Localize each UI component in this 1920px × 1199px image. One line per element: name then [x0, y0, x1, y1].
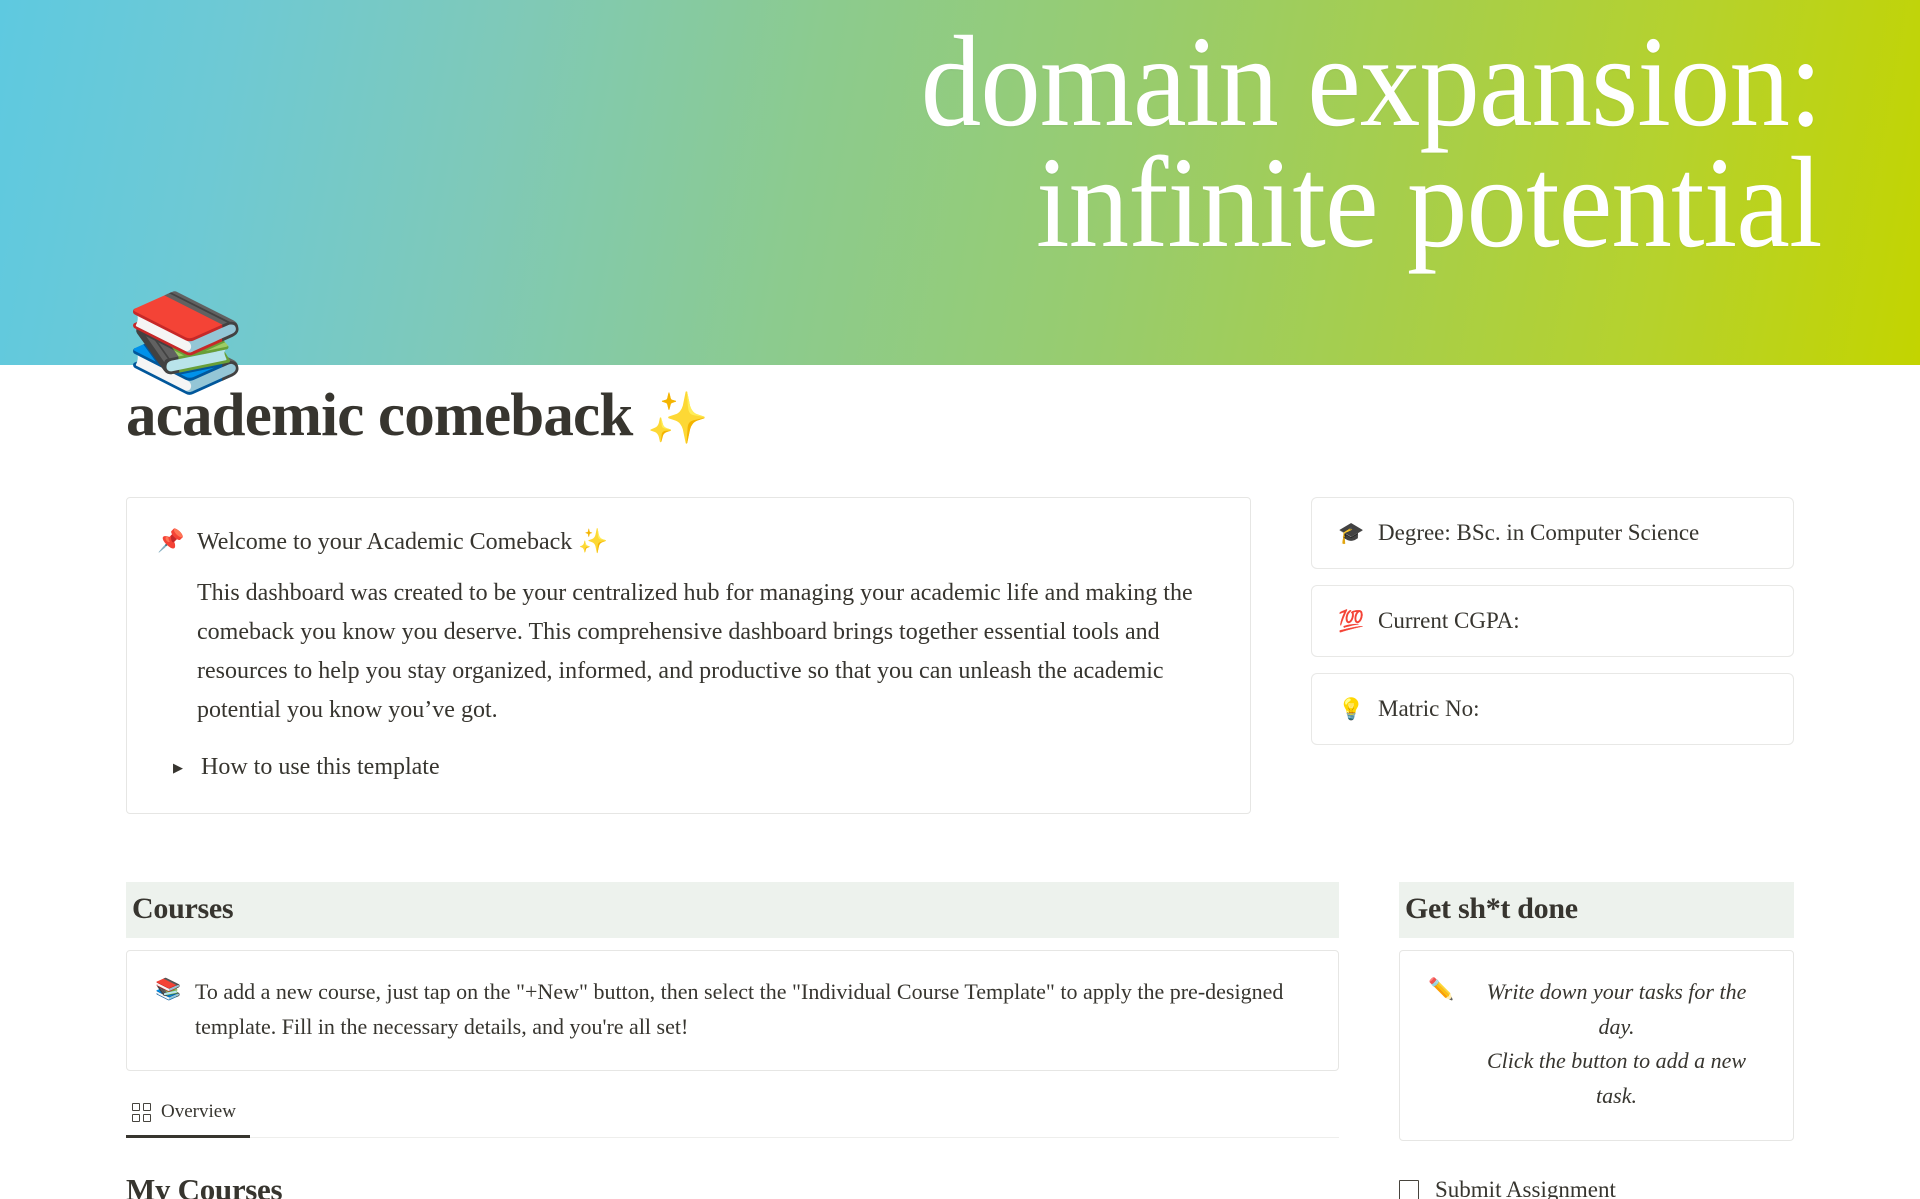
page-content: academic comeback ✨ 📌 Welcome to your Ac… — [0, 381, 1920, 1199]
how-to-use-toggle[interactable]: ▶ How to use this template — [169, 752, 1220, 783]
info-cards-column: 🎓 Degree: BSc. in Computer Science 💯 Cur… — [1311, 497, 1794, 746]
welcome-body: This dashboard was created to be your ce… — [197, 580, 1193, 723]
task-item-label: Submit Assignment — [1435, 1177, 1616, 1199]
how-to-use-toggle-label: How to use this template — [201, 753, 440, 780]
sections-row: Courses 📚 To add a new course, just tap … — [126, 881, 1794, 1199]
pushpin-icon: 📌 — [157, 528, 185, 554]
courses-tab-bar: Overview — [126, 1095, 1339, 1139]
light-bulb-icon: 💡 — [1338, 696, 1365, 721]
courses-help-callout: 📚 To add a new course, just tap on the "… — [126, 949, 1339, 1072]
info-card-matric-no[interactable]: 💡 Matric No: — [1311, 673, 1794, 746]
info-card-cgpa[interactable]: 💯 Current CGPA: — [1311, 585, 1794, 658]
tab-overview[interactable]: Overview — [126, 1095, 250, 1139]
grid-icon — [132, 1102, 151, 1122]
tasks-help-line-2: Click the button to add a new task. — [1486, 1048, 1747, 1109]
chevron-right-icon[interactable]: ▶ — [169, 758, 187, 776]
info-card-matric-no-label: Matric No: — [1378, 696, 1480, 722]
task-list: Submit Assignment Pay Department Dues Do… — [1399, 1167, 1794, 1199]
my-courses-heading: My Courses — [126, 1172, 283, 1199]
tasks-help-text: Write down your tasks for the day. Click… — [1468, 975, 1765, 1114]
tasks-column: Get sh*t done ✏️ Write down your tasks f… — [1399, 881, 1794, 1199]
top-row: 📌 Welcome to your Academic Comeback ✨ Th… — [126, 497, 1794, 814]
graduation-cap-icon: 🎓 — [1338, 520, 1365, 545]
cover-title-line-2: infinite potential — [1036, 130, 1823, 275]
courses-column: Courses 📚 To add a new course, just tap … — [126, 881, 1339, 1199]
courses-help-text: To add a new course, just tap on the "+N… — [195, 978, 1284, 1039]
tasks-section-header: Get sh*t done — [1399, 881, 1794, 938]
info-card-cgpa-label: Current CGPA: — [1378, 608, 1520, 634]
info-card-degree[interactable]: 🎓 Degree: BSc. in Computer Science — [1311, 497, 1794, 570]
welcome-heading: Welcome to your Academic Comeback ✨ — [197, 529, 609, 556]
page-icon-books[interactable]: 📚 — [126, 295, 246, 403]
welcome-callout: 📌 Welcome to your Academic Comeback ✨ Th… — [126, 497, 1251, 814]
cover-title: domain expansion: infinite potential — [921, 17, 1823, 275]
courses-section-header: Courses — [126, 881, 1339, 938]
sparkles-icon: ✨ — [646, 390, 709, 446]
hundred-points-icon: 💯 — [1338, 608, 1365, 633]
task-item[interactable]: Submit Assignment — [1399, 1167, 1794, 1199]
page-cover-banner: domain expansion: infinite potential — [0, 0, 1920, 365]
info-card-degree-label: Degree: BSc. in Computer Science — [1378, 520, 1700, 546]
page-title: academic comeback ✨ — [126, 381, 1794, 451]
tasks-help-line-1: Write down your tasks for the day. — [1486, 978, 1747, 1039]
tab-overview-label: Overview — [161, 1101, 236, 1123]
pencil-icon: ✏️ — [1428, 976, 1455, 1001]
tasks-help-callout: ✏️ Write down your tasks for the day. Cl… — [1399, 949, 1794, 1141]
checkbox-unchecked-icon[interactable] — [1399, 1179, 1419, 1199]
books-icon: 📚 — [155, 976, 182, 1001]
